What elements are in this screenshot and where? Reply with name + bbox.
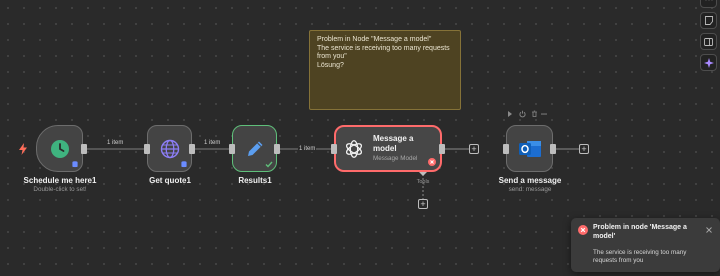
db-badge-icon (72, 161, 78, 168)
canvas-more-button[interactable] (700, 0, 717, 8)
power-icon[interactable] (519, 110, 526, 118)
error-badge-icon (428, 158, 436, 166)
ai-assistant-button[interactable] (700, 54, 717, 71)
panel-icon (704, 37, 713, 46)
connection-label-2: 1 item (204, 140, 221, 146)
error-toast: Problem in node 'Message a model' The se… (571, 218, 720, 272)
send-message-output-handle[interactable] (550, 144, 556, 154)
sticky-note-line-2: The service is receiving too many reques… (317, 44, 450, 61)
sticky-note-line-3: Lösung? (317, 61, 344, 69)
toast-message: The service is receiving too many reques… (593, 249, 687, 264)
node-send-message-subtitle: send: message (508, 186, 552, 193)
node-send-message-title: Send a message (498, 176, 562, 185)
schedule-output-handle[interactable] (81, 144, 87, 154)
db-badge-icon (181, 161, 187, 168)
results-output-handle[interactable] (274, 144, 280, 154)
sticky-note[interactable]: Problem in Node "Message a model" The se… (309, 30, 461, 110)
trigger-bolt-icon (19, 143, 27, 155)
add-sticky-button[interactable] (700, 12, 717, 29)
results-input-handle[interactable] (229, 144, 235, 154)
message-model-input-handle[interactable] (331, 144, 337, 154)
play-icon[interactable] (508, 111, 512, 117)
node-send-message[interactable] (506, 125, 553, 172)
toggle-panel-button[interactable] (700, 33, 717, 50)
node-message-model-title: Message a model (373, 134, 414, 153)
sticky-note-icon (704, 16, 713, 25)
node-get-quote-title: Get quote1 (149, 176, 191, 185)
connection-label-3: 1 item (298, 146, 317, 152)
more-icon (704, 0, 713, 1)
more-icon[interactable] (541, 113, 547, 115)
openai-icon (345, 139, 363, 158)
trash-icon[interactable] (532, 110, 537, 117)
message-model-add-button[interactable]: + (469, 144, 479, 154)
node-results[interactable] (232, 125, 277, 172)
clock-icon (50, 139, 69, 158)
node-message-model[interactable]: Message a model Message Model (334, 125, 442, 172)
get-quote-input-handle[interactable] (144, 144, 150, 154)
node-schedule-subtitle: Double-click to set! (33, 186, 87, 193)
node-results-title: Results1 (238, 176, 272, 185)
globe-icon (160, 139, 179, 158)
tools-connector-label: Tools (416, 179, 430, 185)
pencil-icon (247, 141, 262, 156)
error-icon (578, 225, 588, 235)
toast-title: Problem in node 'Message a model' (593, 224, 687, 240)
send-message-input-handle[interactable] (503, 144, 509, 154)
node-get-quote[interactable] (147, 125, 192, 172)
get-quote-output-handle[interactable] (189, 144, 195, 154)
node-schedule[interactable] (36, 125, 83, 172)
tools-add-button[interactable]: + (418, 199, 428, 209)
close-icon[interactable] (706, 227, 712, 233)
node-message-model-subtitle: Message Model (373, 155, 418, 162)
success-check-icon (265, 161, 273, 168)
connection-label-1: 1 item (107, 140, 124, 146)
send-message-add-button[interactable]: + (579, 144, 589, 154)
node-schedule-title: Schedule me here1 (23, 176, 97, 185)
node-toolbar (508, 110, 547, 118)
sparkle-icon (703, 57, 714, 68)
sticky-note-line-1: Problem in Node "Message a model" (317, 36, 432, 43)
message-model-output-handle[interactable] (439, 144, 445, 154)
outlook-icon (518, 140, 541, 157)
